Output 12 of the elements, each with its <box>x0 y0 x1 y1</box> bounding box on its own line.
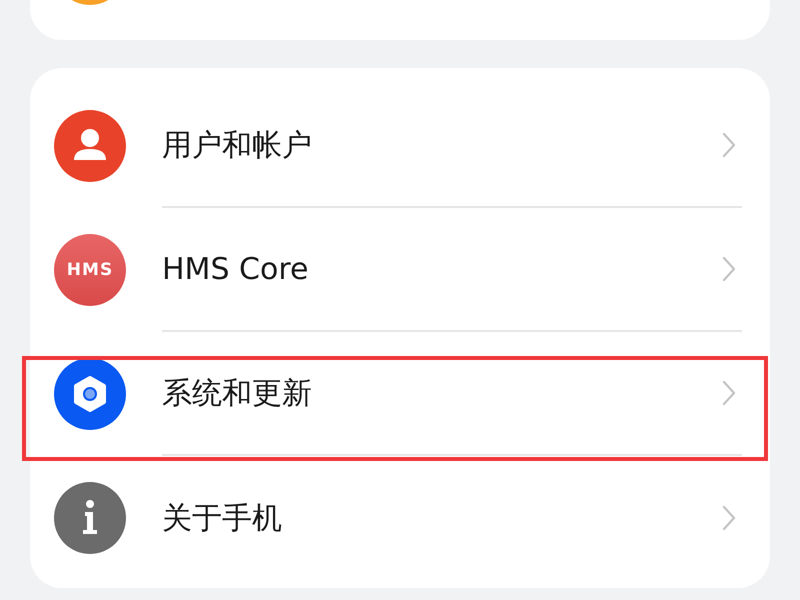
info-icon <box>54 482 126 554</box>
chevron-icon <box>722 132 736 158</box>
chevron-icon <box>722 256 736 282</box>
person-icon <box>54 110 126 182</box>
settings-icon <box>54 358 126 430</box>
hms-icon: HMS <box>54 234 126 306</box>
setting-label[interactable]: 关于手机 <box>162 498 722 538</box>
chevron-icon <box>722 380 736 406</box>
chevron-icon <box>722 505 736 531</box>
setting-label[interactable]: 用户和帐户 <box>162 124 722 166</box>
setting-label[interactable]: 系统和更新 <box>162 372 722 414</box>
setting-label[interactable]: HMS Core <box>162 252 722 286</box>
